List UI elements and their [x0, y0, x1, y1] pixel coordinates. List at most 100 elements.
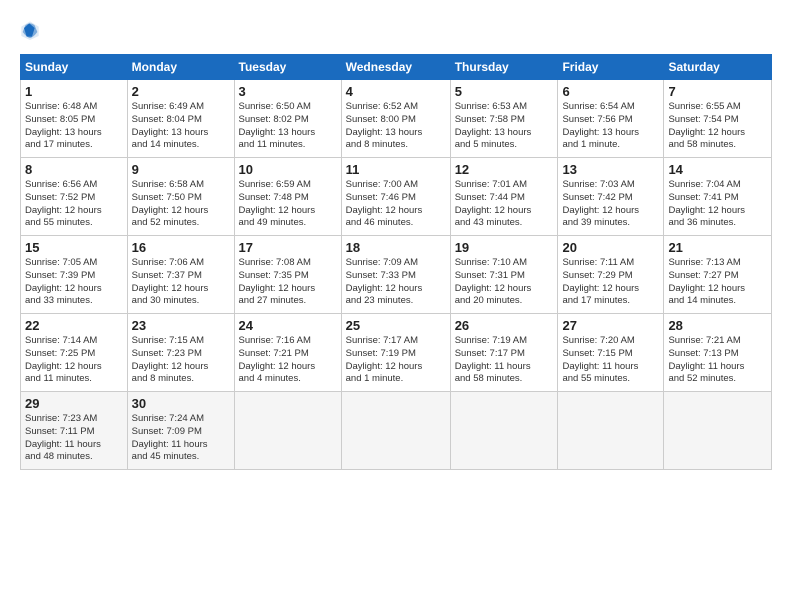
calendar-cell [450, 392, 558, 470]
day-info: Sunrise: 6:56 AM Sunset: 7:52 PM Dayligh… [25, 179, 123, 230]
day-number: 9 [132, 162, 230, 177]
calendar-cell: 25Sunrise: 7:17 AM Sunset: 7:19 PM Dayli… [341, 314, 450, 392]
calendar-cell: 28Sunrise: 7:21 AM Sunset: 7:13 PM Dayli… [664, 314, 772, 392]
day-number: 18 [346, 240, 446, 255]
weekday-header: Friday [558, 55, 664, 80]
day-info: Sunrise: 6:58 AM Sunset: 7:50 PM Dayligh… [132, 179, 230, 230]
day-number: 22 [25, 318, 123, 333]
day-info: Sunrise: 6:52 AM Sunset: 8:00 PM Dayligh… [346, 101, 446, 152]
calendar-cell [341, 392, 450, 470]
weekday-header: Monday [127, 55, 234, 80]
day-number: 11 [346, 162, 446, 177]
calendar-cell: 20 Sunrise: 7:11 AM Sunset: 7:29 PM Dayli… [558, 236, 664, 314]
calendar-cell: 26 Sunrise: 7:19 AM Sunset: 7:17 PM Dayli… [450, 314, 558, 392]
day-info: Sunrise: 7:03 AM Sunset: 7:42 PM Dayligh… [562, 179, 659, 230]
calendar-cell: 8Sunrise: 6:56 AM Sunset: 7:52 PM Daylig… [21, 158, 128, 236]
calendar-body: 1Sunrise: 6:48 AM Sunset: 8:05 PM Daylig… [21, 80, 772, 470]
calendar-cell [664, 392, 772, 470]
day-number: 7 [668, 84, 767, 99]
day-info: Sunrise: 7:23 AM Sunset: 7:11 PM Dayligh… [25, 413, 123, 464]
day-info: Sunrise: 6:55 AM Sunset: 7:54 PM Dayligh… [668, 101, 767, 152]
calendar-cell: 21 Sunrise: 7:13 AM Sunset: 7:27 PM Dayli… [664, 236, 772, 314]
day-number: 26 [455, 318, 554, 333]
day-info: Sunrise: 7:04 AM Sunset: 7:41 PM Dayligh… [668, 179, 767, 230]
calendar-week: 22 Sunrise: 7:14 AM Sunset: 7:25 PM Dayli… [21, 314, 772, 392]
calendar-cell: 23 Sunrise: 7:15 AM Sunset: 7:23 PM Dayli… [127, 314, 234, 392]
day-number: 6 [562, 84, 659, 99]
weekday-header: Wednesday [341, 55, 450, 80]
day-info: Sunrise: 7:05 AM Sunset: 7:39 PM Dayligh… [25, 257, 123, 308]
day-info: Sunrise: 7:16 AM Sunset: 7:21 PM Dayligh… [239, 335, 337, 386]
day-info: Sunrise: 6:49 AM Sunset: 8:04 PM Dayligh… [132, 101, 230, 152]
day-info: Sunrise: 7:20 AM Sunset: 7:15 PM Dayligh… [562, 335, 659, 386]
day-number: 23 [132, 318, 230, 333]
calendar-cell [558, 392, 664, 470]
calendar-cell: 3 Sunrise: 6:50 AM Sunset: 8:02 PM Daylig… [234, 80, 341, 158]
day-number: 3 [239, 84, 337, 99]
day-info: Sunrise: 6:50 AM Sunset: 8:02 PM Dayligh… [239, 101, 337, 152]
day-number: 17 [239, 240, 337, 255]
calendar-cell: 6Sunrise: 6:54 AM Sunset: 7:56 PM Daylig… [558, 80, 664, 158]
day-info: Sunrise: 7:13 AM Sunset: 7:27 PM Dayligh… [668, 257, 767, 308]
day-info: Sunrise: 7:09 AM Sunset: 7:33 PM Dayligh… [346, 257, 446, 308]
logo [20, 20, 44, 40]
calendar-cell: 9 Sunrise: 6:58 AM Sunset: 7:50 PM Daylig… [127, 158, 234, 236]
calendar-cell: 22 Sunrise: 7:14 AM Sunset: 7:25 PM Dayli… [21, 314, 128, 392]
day-number: 19 [455, 240, 554, 255]
calendar-cell [234, 392, 341, 470]
calendar-cell: 30 Sunrise: 7:24 AM Sunset: 7:09 PM Dayli… [127, 392, 234, 470]
day-number: 29 [25, 396, 123, 411]
calendar-cell: 13Sunrise: 7:03 AM Sunset: 7:42 PM Dayli… [558, 158, 664, 236]
day-info: Sunrise: 7:00 AM Sunset: 7:46 PM Dayligh… [346, 179, 446, 230]
calendar-cell: 27Sunrise: 7:20 AM Sunset: 7:15 PM Dayli… [558, 314, 664, 392]
calendar-cell: 15Sunrise: 7:05 AM Sunset: 7:39 PM Dayli… [21, 236, 128, 314]
day-info: Sunrise: 7:06 AM Sunset: 7:37 PM Dayligh… [132, 257, 230, 308]
calendar: SundayMondayTuesdayWednesdayThursdayFrid… [20, 54, 772, 470]
calendar-cell: 14 Sunrise: 7:04 AM Sunset: 7:41 PM Dayli… [664, 158, 772, 236]
day-info: Sunrise: 6:53 AM Sunset: 7:58 PM Dayligh… [455, 101, 554, 152]
day-info: Sunrise: 7:10 AM Sunset: 7:31 PM Dayligh… [455, 257, 554, 308]
calendar-cell: 5 Sunrise: 6:53 AM Sunset: 7:58 PM Daylig… [450, 80, 558, 158]
day-number: 24 [239, 318, 337, 333]
day-number: 16 [132, 240, 230, 255]
calendar-cell: 7 Sunrise: 6:55 AM Sunset: 7:54 PM Daylig… [664, 80, 772, 158]
weekday-header: Sunday [21, 55, 128, 80]
day-info: Sunrise: 7:01 AM Sunset: 7:44 PM Dayligh… [455, 179, 554, 230]
calendar-week: 1Sunrise: 6:48 AM Sunset: 8:05 PM Daylig… [21, 80, 772, 158]
day-info: Sunrise: 6:59 AM Sunset: 7:48 PM Dayligh… [239, 179, 337, 230]
day-number: 21 [668, 240, 767, 255]
calendar-cell: 17 Sunrise: 7:08 AM Sunset: 7:35 PM Dayli… [234, 236, 341, 314]
calendar-cell: 29 Sunrise: 7:23 AM Sunset: 7:11 PM Dayli… [21, 392, 128, 470]
day-number: 10 [239, 162, 337, 177]
calendar-cell: 12 Sunrise: 7:01 AM Sunset: 7:44 PM Dayli… [450, 158, 558, 236]
header [20, 20, 772, 40]
day-number: 12 [455, 162, 554, 177]
day-number: 20 [562, 240, 659, 255]
day-number: 4 [346, 84, 446, 99]
day-info: Sunrise: 6:48 AM Sunset: 8:05 PM Dayligh… [25, 101, 123, 152]
day-number: 30 [132, 396, 230, 411]
day-info: Sunrise: 7:14 AM Sunset: 7:25 PM Dayligh… [25, 335, 123, 386]
logo-icon [20, 20, 40, 40]
day-number: 5 [455, 84, 554, 99]
weekday-header: Tuesday [234, 55, 341, 80]
day-info: Sunrise: 7:19 AM Sunset: 7:17 PM Dayligh… [455, 335, 554, 386]
weekday-header: Thursday [450, 55, 558, 80]
day-info: Sunrise: 7:15 AM Sunset: 7:23 PM Dayligh… [132, 335, 230, 386]
calendar-cell: 16 Sunrise: 7:06 AM Sunset: 7:37 PM Dayli… [127, 236, 234, 314]
day-info: Sunrise: 7:08 AM Sunset: 7:35 PM Dayligh… [239, 257, 337, 308]
day-info: Sunrise: 7:24 AM Sunset: 7:09 PM Dayligh… [132, 413, 230, 464]
calendar-week: 8Sunrise: 6:56 AM Sunset: 7:52 PM Daylig… [21, 158, 772, 236]
day-info: Sunrise: 7:17 AM Sunset: 7:19 PM Dayligh… [346, 335, 446, 386]
day-number: 14 [668, 162, 767, 177]
calendar-cell: 10 Sunrise: 6:59 AM Sunset: 7:48 PM Dayli… [234, 158, 341, 236]
calendar-header: SundayMondayTuesdayWednesdayThursdayFrid… [21, 55, 772, 80]
calendar-cell: 19 Sunrise: 7:10 AM Sunset: 7:31 PM Dayli… [450, 236, 558, 314]
day-info: Sunrise: 7:11 AM Sunset: 7:29 PM Dayligh… [562, 257, 659, 308]
day-number: 2 [132, 84, 230, 99]
calendar-week: 29 Sunrise: 7:23 AM Sunset: 7:11 PM Dayli… [21, 392, 772, 470]
calendar-cell: 18 Sunrise: 7:09 AM Sunset: 7:33 PM Dayli… [341, 236, 450, 314]
calendar-cell: 24 Sunrise: 7:16 AM Sunset: 7:21 PM Dayli… [234, 314, 341, 392]
day-number: 28 [668, 318, 767, 333]
calendar-week: 15Sunrise: 7:05 AM Sunset: 7:39 PM Dayli… [21, 236, 772, 314]
